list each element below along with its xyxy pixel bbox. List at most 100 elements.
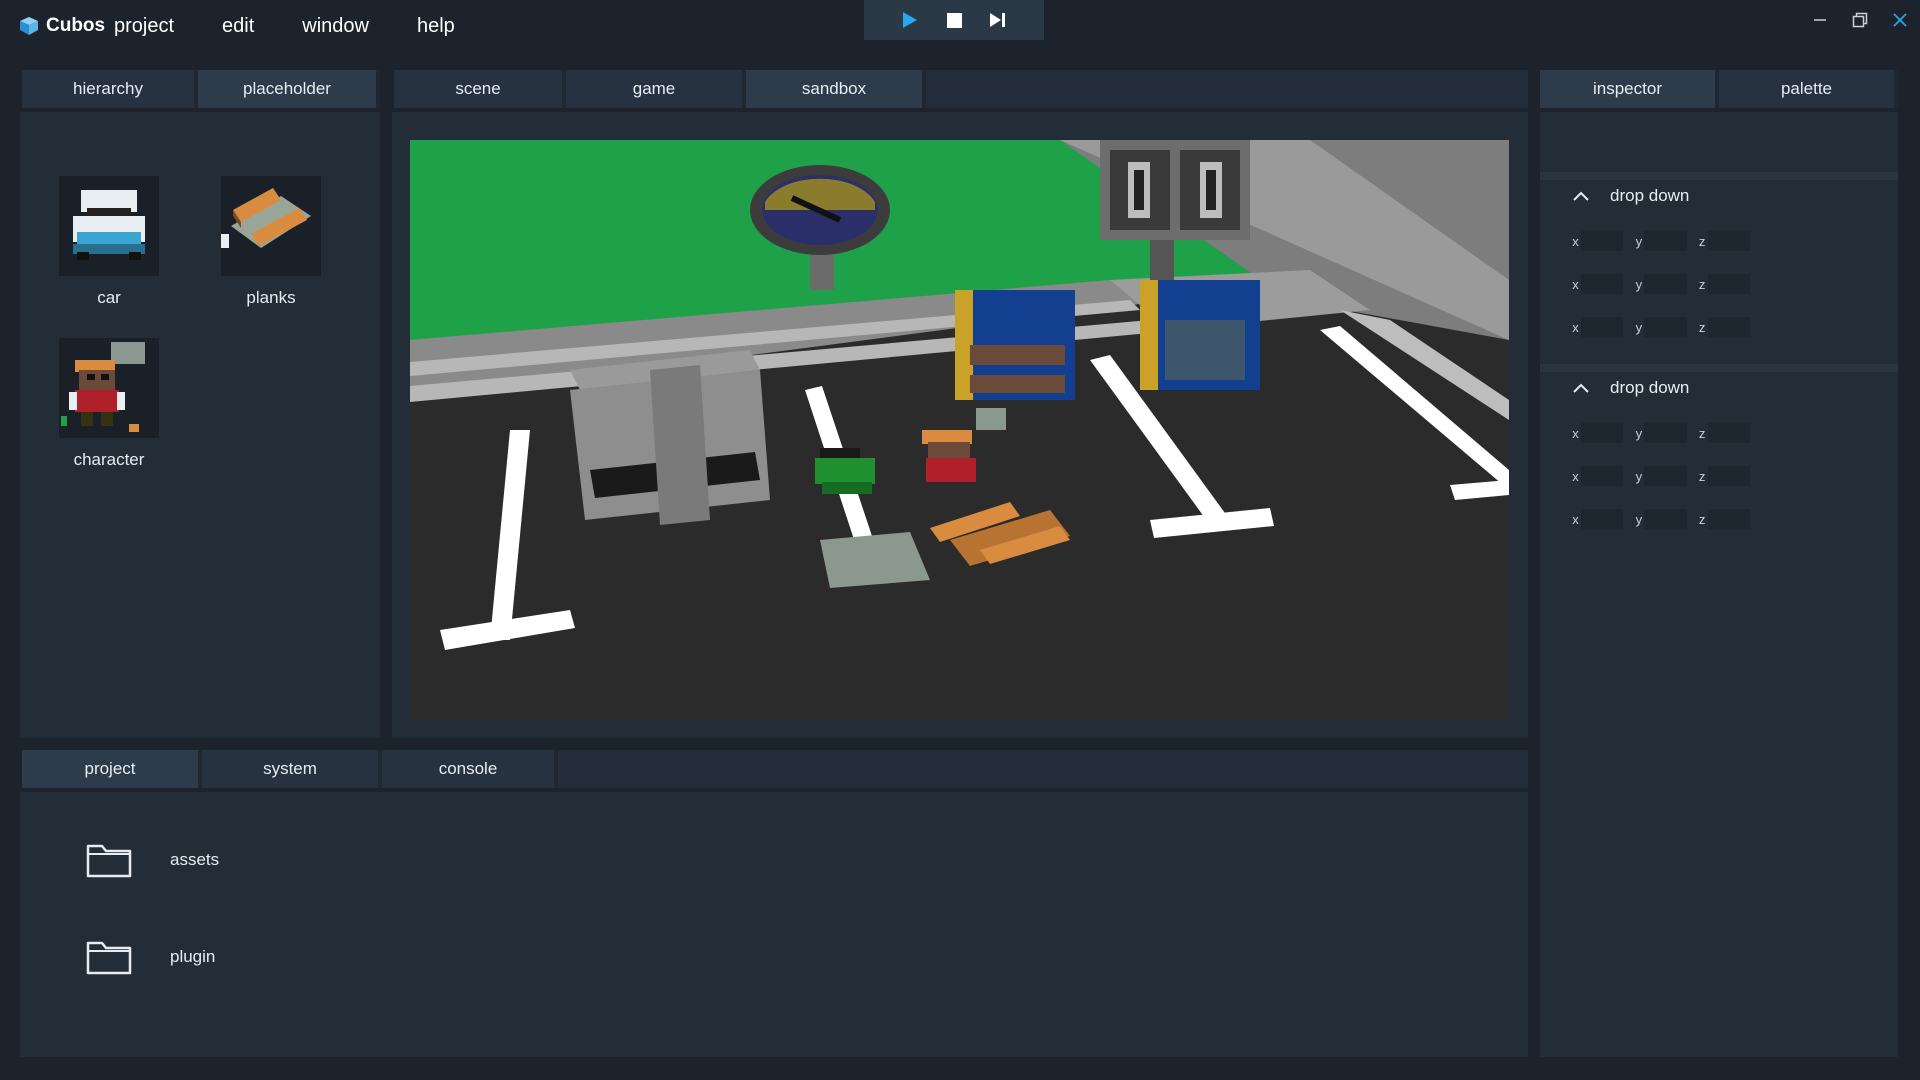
y-field[interactable]	[1644, 231, 1687, 251]
axis-label-x: x	[1572, 319, 1579, 335]
axis-label-z: z	[1698, 511, 1706, 527]
vector-row: x y z	[1560, 509, 1760, 529]
dropdown-header[interactable]: drop down	[1560, 176, 1900, 216]
x-field[interactable]	[1581, 509, 1624, 529]
x-field[interactable]	[1581, 231, 1624, 251]
tab-inspector[interactable]: inspector	[1540, 70, 1715, 108]
folder-icon	[86, 941, 132, 975]
tab-palette[interactable]: palette	[1719, 70, 1894, 108]
chevron-up-icon	[1573, 191, 1589, 201]
axis-label-z: z	[1698, 233, 1706, 249]
left-tab-bar: hierarchy placeholder	[22, 70, 380, 108]
menu-edit[interactable]: edit	[222, 15, 254, 38]
axis-label-z: z	[1698, 468, 1706, 484]
restore-icon	[1852, 12, 1868, 28]
y-field[interactable]	[1644, 509, 1687, 529]
y-field[interactable]	[1644, 274, 1687, 294]
vector-row: x y z	[1560, 231, 1760, 251]
vector-row: x y z	[1560, 466, 1760, 486]
menu-project[interactable]: project	[114, 15, 174, 38]
restore-button[interactable]	[1840, 0, 1880, 40]
dropdown-title: drop down	[1610, 378, 1690, 397]
project-panel	[20, 792, 1528, 1057]
inspector-panel	[1540, 112, 1898, 1057]
x-field[interactable]	[1581, 274, 1624, 294]
vector-row: x y z	[1560, 274, 1760, 294]
stop-button[interactable]	[943, 9, 965, 31]
z-field[interactable]	[1707, 423, 1750, 443]
y-field[interactable]	[1644, 423, 1687, 443]
folder-label: assets	[170, 850, 220, 869]
tab-sandbox[interactable]: sandbox	[746, 70, 922, 108]
asset-label: planks	[246, 288, 296, 307]
folder-label: plugin	[170, 947, 216, 966]
tab-game[interactable]: game	[566, 70, 742, 108]
y-field[interactable]	[1644, 466, 1687, 486]
menu-help[interactable]: help	[417, 15, 455, 38]
step-button[interactable]	[987, 9, 1009, 31]
asset-planks[interactable]: planks	[216, 176, 326, 308]
tab-system[interactable]: system	[202, 750, 378, 788]
x-field[interactable]	[1581, 466, 1624, 486]
menu-window[interactable]: window	[302, 15, 369, 38]
title-bar: Cubos project edit window help	[0, 0, 1920, 52]
axis-label-y: y	[1635, 276, 1643, 292]
axis-label-x: x	[1572, 425, 1579, 441]
z-field[interactable]	[1707, 231, 1750, 251]
scene-viewport[interactable]	[410, 140, 1509, 720]
axis-label-y: y	[1635, 233, 1643, 249]
voxel-scene	[410, 140, 1509, 720]
menu-bar: project edit window help	[114, 0, 503, 52]
axis-label-z: z	[1698, 425, 1706, 441]
dropdown-title: drop down	[1610, 186, 1690, 205]
window-controls	[1800, 0, 1920, 40]
close-icon	[1893, 13, 1907, 27]
app-logo: Cubos	[18, 12, 105, 40]
axis-label-y: y	[1635, 468, 1643, 484]
asset-character[interactable]: character	[54, 338, 164, 470]
asset-car[interactable]: car	[54, 176, 164, 308]
axis-label-x: x	[1572, 233, 1579, 249]
tab-placeholder[interactable]: placeholder	[198, 70, 376, 108]
x-field[interactable]	[1581, 317, 1624, 337]
chevron-up-icon	[1573, 383, 1589, 393]
x-field[interactable]	[1581, 423, 1624, 443]
z-field[interactable]	[1707, 509, 1750, 529]
minimize-icon	[1814, 19, 1826, 21]
center-tab-bar: scene game sandbox	[394, 70, 1528, 108]
tab-bar-fill	[558, 750, 1528, 788]
tab-bar-fill	[926, 70, 1528, 108]
z-field[interactable]	[1707, 466, 1750, 486]
tab-hierarchy[interactable]: hierarchy	[22, 70, 194, 108]
app-name: Cubos	[46, 15, 106, 36]
folder-assets[interactable]: assets	[86, 842, 219, 878]
folder-icon	[86, 844, 132, 878]
dropdown-header[interactable]: drop down	[1560, 368, 1900, 408]
planks-thumbnail	[221, 176, 321, 276]
tab-console[interactable]: console	[382, 750, 554, 788]
play-button[interactable]	[899, 9, 921, 31]
cube-logo-icon	[20, 17, 38, 35]
step-icon	[990, 13, 1005, 27]
tab-project[interactable]: project	[22, 750, 198, 788]
axis-label-y: y	[1635, 425, 1643, 441]
axis-label-x: x	[1572, 511, 1579, 527]
axis-label-y: y	[1635, 319, 1643, 335]
axis-label-y: y	[1635, 511, 1643, 527]
car-thumbnail	[59, 176, 159, 276]
z-field[interactable]	[1707, 317, 1750, 337]
asset-label: character	[73, 450, 145, 469]
folder-plugin[interactable]: plugin	[86, 939, 215, 975]
minimize-button[interactable]	[1800, 0, 1840, 40]
asset-label: car	[97, 288, 121, 307]
playback-controls	[864, 0, 1044, 40]
z-field[interactable]	[1707, 274, 1750, 294]
y-field[interactable]	[1644, 317, 1687, 337]
character-thumbnail	[59, 338, 159, 438]
axis-label-x: x	[1572, 276, 1579, 292]
stop-icon	[946, 12, 962, 28]
tab-scene[interactable]: scene	[394, 70, 562, 108]
axis-label-z: z	[1698, 276, 1706, 292]
play-icon	[903, 12, 917, 28]
close-button[interactable]	[1880, 0, 1920, 40]
